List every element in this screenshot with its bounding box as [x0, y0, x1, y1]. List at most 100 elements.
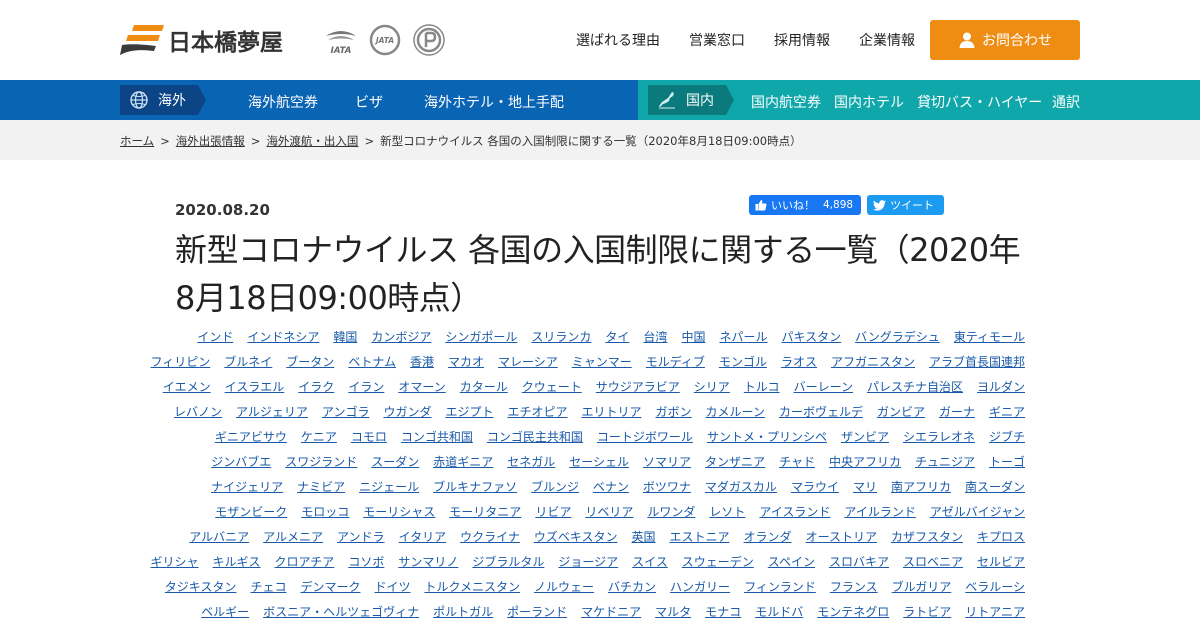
country-link[interactable]: ベナン — [593, 478, 629, 495]
country-link[interactable]: ナミビア — [297, 478, 345, 495]
country-link[interactable]: インドネシア — [247, 328, 319, 345]
country-link[interactable]: インド — [197, 328, 233, 345]
country-link[interactable]: アイルランド — [844, 503, 915, 520]
country-link[interactable]: チェコ — [250, 578, 286, 595]
country-link[interactable]: パキスタン — [781, 328, 841, 345]
domestic-tag[interactable]: 国内 — [648, 85, 734, 115]
country-link[interactable]: マリ — [853, 478, 877, 495]
country-link[interactable]: ジンバブエ — [211, 453, 271, 470]
country-link[interactable]: モルディブ — [646, 353, 705, 370]
country-link[interactable]: ハンガリー — [670, 578, 730, 595]
country-link[interactable]: キプロス — [977, 528, 1025, 545]
country-link[interactable]: 東ティモール — [954, 328, 1025, 345]
country-link[interactable]: ギニア — [989, 403, 1025, 420]
country-link[interactable]: ブータン — [286, 353, 334, 370]
country-link[interactable]: デンマーク — [300, 578, 360, 595]
country-link[interactable]: スロバキア — [829, 553, 889, 570]
tweet-button[interactable]: ツイート — [867, 195, 945, 215]
country-link[interactable]: セーシェル — [569, 453, 629, 470]
country-link[interactable]: ニジェール — [359, 478, 419, 495]
country-link[interactable]: ネパール — [719, 328, 767, 345]
international-tag[interactable]: 海外 — [120, 85, 206, 115]
country-link[interactable]: ボスニア・ヘルツェゴヴィナ — [263, 603, 419, 620]
country-link[interactable]: 赤道ギニア — [433, 453, 493, 470]
country-link[interactable]: アラブ首長国連邦 — [929, 353, 1025, 370]
country-link[interactable]: ラトビア — [903, 603, 951, 620]
country-link[interactable]: スワジランド — [285, 453, 357, 470]
country-link[interactable]: ガンビア — [877, 403, 925, 420]
country-link[interactable]: モーリシャス — [363, 503, 435, 520]
country-link[interactable]: アルバニア — [189, 528, 249, 545]
country-link[interactable]: ミャンマー — [572, 353, 632, 370]
country-link[interactable]: ナイジェリア — [211, 478, 283, 495]
country-link[interactable]: 南アフリカ — [891, 478, 951, 495]
charter-bus-link[interactable]: 貸切バス・ハイヤー — [917, 92, 1042, 112]
country-link[interactable]: エチオピア — [507, 403, 567, 420]
country-link[interactable]: セネガル — [507, 453, 555, 470]
country-link[interactable]: エジプト — [445, 403, 493, 420]
country-link[interactable]: タイ — [605, 328, 629, 345]
country-link[interactable]: アルジェリア — [236, 403, 308, 420]
country-link[interactable]: ベラルーシ — [965, 578, 1025, 595]
nav-reasons-link[interactable]: 選ばれる理由 — [576, 30, 660, 50]
country-link[interactable]: スリランカ — [531, 328, 591, 345]
country-link[interactable]: エリトリア — [582, 403, 642, 420]
country-link[interactable]: キルギス — [213, 553, 261, 570]
country-link[interactable]: チャド — [779, 453, 815, 470]
country-link[interactable]: イタリア — [399, 528, 447, 545]
country-link[interactable]: パレスチナ自治区 — [867, 378, 963, 395]
country-link[interactable]: マケドニア — [581, 603, 641, 620]
country-link[interactable]: カタール — [460, 378, 508, 395]
country-link[interactable]: 台湾 — [643, 328, 667, 345]
country-link[interactable]: オランダ — [744, 528, 792, 545]
country-link[interactable]: 英国 — [632, 528, 656, 545]
country-link[interactable]: フィリピン — [151, 353, 211, 370]
country-link[interactable]: コートジボワール — [597, 428, 693, 445]
breadcrumb-business-travel-link[interactable]: 海外出張情報 — [176, 134, 245, 148]
country-link[interactable]: スロベニア — [903, 553, 963, 570]
country-link[interactable]: ベルギー — [201, 603, 249, 620]
country-link[interactable]: 南スーダン — [965, 478, 1025, 495]
country-link[interactable]: レバノン — [174, 403, 222, 420]
country-link[interactable]: クロアチア — [275, 553, 335, 570]
country-link[interactable]: エストニア — [670, 528, 730, 545]
country-link[interactable]: トルクメニスタン — [424, 578, 520, 595]
country-link[interactable]: マレーシア — [498, 353, 558, 370]
country-link[interactable]: ラオス — [781, 353, 817, 370]
country-link[interactable]: ヨルダン — [977, 378, 1025, 395]
country-link[interactable]: チュニジア — [915, 453, 975, 470]
country-link[interactable]: スイス — [632, 553, 668, 570]
country-link[interactable]: オマーン — [398, 378, 445, 395]
dom-flights-link[interactable]: 国内航空券 — [751, 92, 821, 112]
country-link[interactable]: タンザニア — [705, 453, 765, 470]
country-link[interactable]: モーリタニア — [449, 503, 521, 520]
site-logo[interactable]: 日本橋夢屋 — [120, 20, 283, 60]
country-link[interactable]: 中国 — [681, 328, 705, 345]
contact-button[interactable]: お問合わせ — [930, 20, 1080, 60]
country-link[interactable]: マダガスカル — [705, 478, 777, 495]
country-link[interactable]: マルタ — [655, 603, 691, 620]
country-link[interactable]: ノルウェー — [534, 578, 594, 595]
country-link[interactable]: アンゴラ — [322, 403, 370, 420]
country-link[interactable]: ベトナム — [348, 353, 396, 370]
country-link[interactable]: イエメン — [163, 378, 211, 395]
country-link[interactable]: ブルンジ — [531, 478, 579, 495]
country-link[interactable]: カーボヴェルデ — [779, 403, 863, 420]
country-link[interactable]: リトアニア — [965, 603, 1025, 620]
country-link[interactable]: ケニア — [301, 428, 337, 445]
country-link[interactable]: スーダン — [371, 453, 419, 470]
breadcrumb-home-link[interactable]: ホーム — [120, 134, 154, 148]
country-link[interactable]: 韓国 — [333, 328, 357, 345]
country-link[interactable]: コンゴ共和国 — [401, 428, 473, 445]
country-link[interactable]: スウェーデン — [682, 553, 754, 570]
country-link[interactable]: コモロ — [351, 428, 387, 445]
country-link[interactable]: ブルガリア — [892, 578, 952, 595]
country-link[interactable]: ギリシャ — [151, 553, 199, 570]
country-link[interactable]: 香港 — [410, 353, 434, 370]
intl-flights-link[interactable]: 海外航空券 — [248, 92, 318, 112]
country-link[interactable]: サントメ・プリンシペ — [707, 428, 827, 445]
country-link[interactable]: シエラレオネ — [903, 428, 975, 445]
country-link[interactable]: バングラデシュ — [855, 328, 940, 345]
country-link[interactable]: リビア — [535, 503, 571, 520]
country-link[interactable]: ウガンダ — [383, 403, 431, 420]
